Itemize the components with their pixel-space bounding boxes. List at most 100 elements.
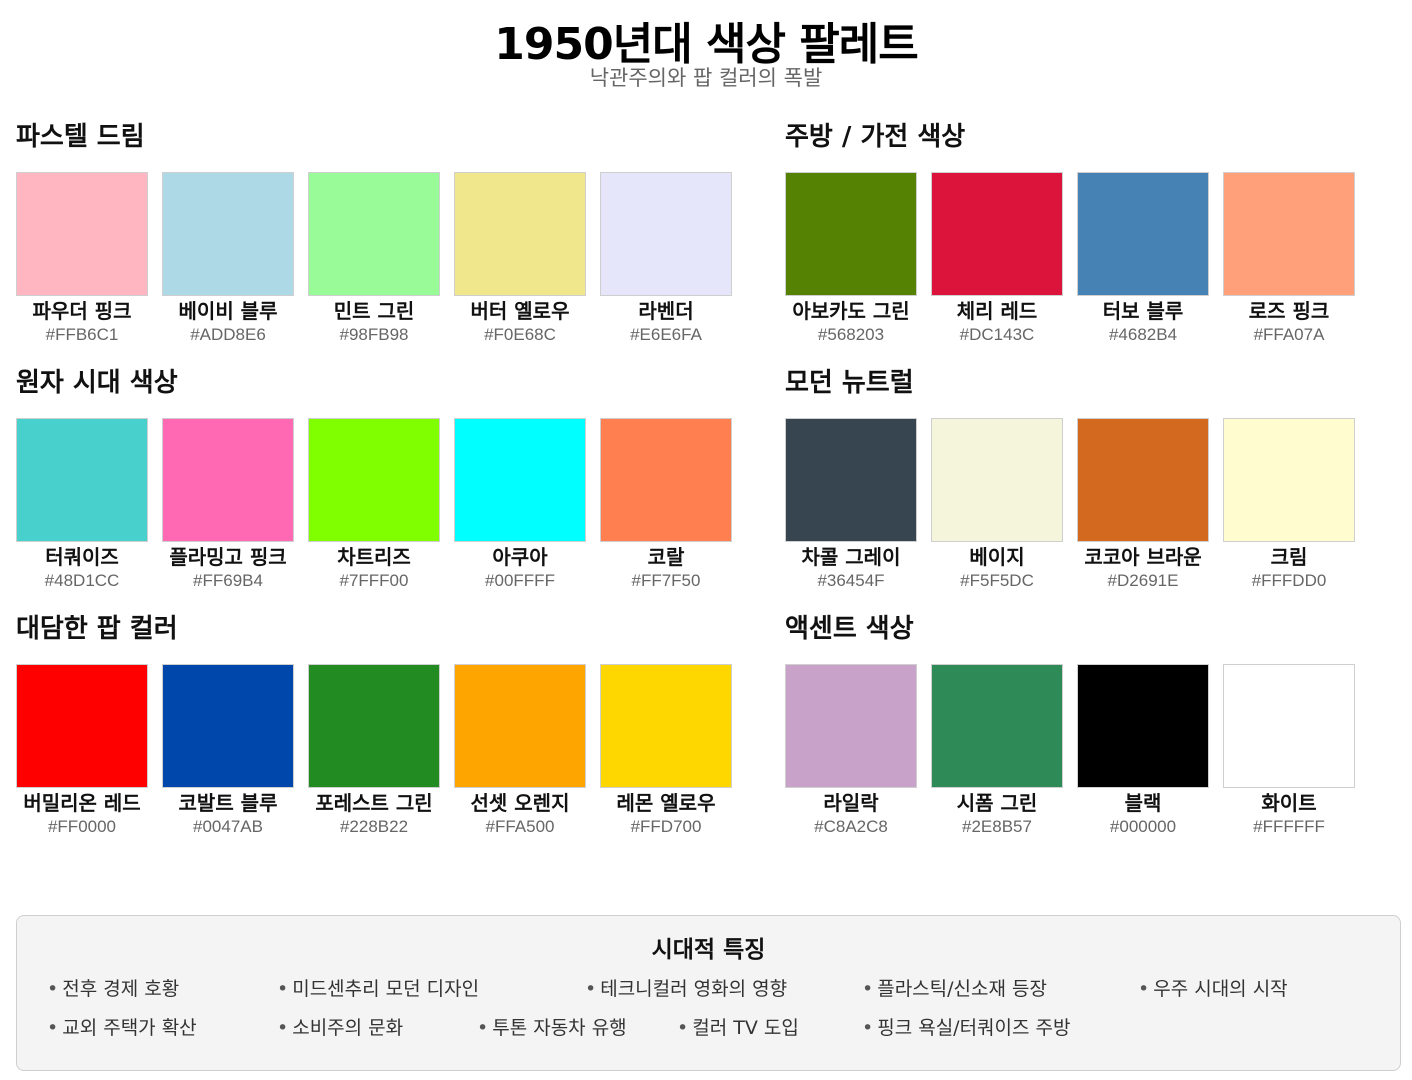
color-box [600, 664, 732, 788]
section-kitchen-appliance: 주방 / 가전 색상 아보카도 그린 #568203 체리 레드 #DC143C 터… [785, 120, 1355, 344]
feature-text: 컬러 TV 도입 [692, 1017, 799, 1039]
color-swatch: 플라밍고 핑크 #FF69B4 [162, 418, 294, 592]
feature-text: 플라스틱/신소재 등장 [877, 978, 1047, 1000]
color-name: 파우더 핑크 [32, 299, 132, 323]
color-swatch: 선셋 오렌지 #FFA500 [454, 664, 586, 838]
color-swatch: 블랙 #000000 [1077, 664, 1209, 838]
color-swatch: 베이지 #F5F5DC [931, 418, 1063, 592]
bullet-icon: • [862, 978, 874, 1000]
section-atomic-age: 원자 시대 색상 터쿼이즈 #48D1CC 플라밍고 핑크 #FF69B4 차트리즈… [16, 366, 732, 590]
color-name: 베이비 블루 [178, 299, 278, 323]
color-box [16, 418, 148, 542]
color-hex: #FFA500 [485, 817, 555, 836]
section-title: 대담한 팝 컬러 [16, 614, 178, 644]
color-swatch: 포레스트 그린 #228B22 [308, 664, 440, 838]
color-swatch: 아쿠아 #00FFFF [454, 418, 586, 592]
feature-item: • 테크니컬러 영화의 영향 [585, 974, 787, 1001]
color-hex: #C8A2C8 [814, 817, 888, 836]
feature-text: 소비주의 문화 [292, 1017, 404, 1039]
color-box [600, 418, 732, 542]
color-name: 차콜 그레이 [801, 545, 901, 569]
color-box [16, 172, 148, 296]
feature-item: • 우주 시대의 시작 [1138, 974, 1288, 1001]
color-hex: #228B22 [339, 817, 409, 836]
color-name: 플라밍고 핑크 [169, 545, 287, 569]
color-swatch: 시폼 그린 #2E8B57 [931, 664, 1063, 838]
color-name: 차트리즈 [337, 545, 411, 569]
color-swatch: 라벤더 #E6E6FA [600, 172, 732, 346]
bullet-icon: • [277, 1017, 289, 1039]
color-hex: #568203 [817, 325, 885, 344]
color-box [1223, 172, 1355, 296]
color-swatch: 터쿼이즈 #48D1CC [16, 418, 148, 592]
color-swatch: 로즈 핑크 #FFA07A [1223, 172, 1355, 346]
feature-item: • 핑크 욕실/터쿼이즈 주방 [862, 1013, 1071, 1040]
color-hex: #FFA07A [1253, 325, 1325, 344]
color-hex: #FFFFFF [1253, 817, 1325, 836]
color-hex: #D2691E [1107, 571, 1179, 590]
feature-text: 전후 경제 호황 [62, 978, 180, 1000]
color-hex: #0047AB [193, 817, 263, 836]
feature-text: 핑크 욕실/터쿼이즈 주방 [877, 1017, 1071, 1039]
color-swatch: 화이트 #FFFFFF [1223, 664, 1355, 838]
color-box [454, 172, 586, 296]
color-swatch: 체리 레드 #DC143C [931, 172, 1063, 346]
color-swatch: 레몬 옐로우 #FFD700 [600, 664, 732, 838]
feature-text: 우주 시대의 시작 [1153, 978, 1288, 1000]
feature-text: 테크니컬러 영화의 영향 [600, 978, 788, 1000]
color-name: 크림 [1270, 545, 1308, 569]
color-swatch: 코랄 #FF7F50 [600, 418, 732, 592]
bullet-icon: • [47, 1017, 59, 1039]
features-title: 시대적 특징 [651, 937, 766, 963]
color-hex: #ADD8E6 [190, 325, 266, 344]
section-title: 액센트 색상 [785, 614, 914, 644]
color-hex: #00FFFF [485, 571, 555, 590]
feature-item: • 소비주의 문화 [277, 1013, 403, 1040]
color-name: 로즈 핑크 [1248, 299, 1330, 323]
feature-text: 미드센추리 모던 디자인 [292, 978, 480, 1000]
section-title: 모던 뉴트럴 [785, 368, 914, 398]
feature-item: • 컬러 TV 도입 [677, 1013, 799, 1040]
bullet-icon: • [862, 1017, 874, 1039]
color-swatch: 민트 그린 #98FB98 [308, 172, 440, 346]
color-swatch: 버밀리온 레드 #FF0000 [16, 664, 148, 838]
color-box [1077, 418, 1209, 542]
color-box [308, 664, 440, 788]
bullet-icon: • [1138, 978, 1150, 1000]
color-swatch: 차트리즈 #7FFF00 [308, 418, 440, 592]
color-hex: #FF0000 [47, 817, 117, 836]
section-title: 파스텔 드림 [16, 122, 145, 152]
color-name: 코코아 브라운 [1084, 545, 1202, 569]
color-box [1077, 664, 1209, 788]
color-name: 레몬 옐로우 [616, 791, 716, 815]
color-name: 화이트 [1261, 791, 1317, 815]
color-hex: #F5F5DC [960, 571, 1034, 590]
color-name: 코랄 [647, 545, 685, 569]
color-name: 버터 옐로우 [470, 299, 570, 323]
color-box [1223, 418, 1355, 542]
color-name: 라일락 [823, 791, 879, 815]
color-name: 코발트 블루 [178, 791, 278, 815]
era-features-panel: 시대적 특징 • 전후 경제 호황 • 미드센추리 모던 디자인 • 테크니컬러 영화… [16, 915, 1401, 1071]
color-name: 터쿼이즈 [45, 545, 119, 569]
section-title: 주방 / 가전 색상 [785, 122, 966, 152]
color-box [600, 172, 732, 296]
color-hex: #2E8B57 [962, 817, 1032, 836]
color-name: 블랙 [1124, 791, 1162, 815]
color-box [931, 172, 1063, 296]
color-swatch: 코발트 블루 #0047AB [162, 664, 294, 838]
section-accent: 액센트 색상 라일락 #C8A2C8 시폼 그린 #2E8B57 블랙 #000000… [785, 612, 1355, 836]
color-box [308, 418, 440, 542]
color-box [785, 664, 917, 788]
color-swatch: 파우더 핑크 #FFB6C1 [16, 172, 148, 346]
color-hex: #48D1CC [44, 571, 120, 590]
page-subtitle: 낙관주의와 팝 컬러의 폭발 [589, 66, 823, 90]
color-hex: #98FB98 [339, 325, 409, 344]
color-swatch: 크림 #FFFDD0 [1223, 418, 1355, 592]
feature-item: • 교외 주택가 확산 [47, 1013, 197, 1040]
feature-item: • 투톤 자동차 유행 [477, 1013, 627, 1040]
color-box [162, 418, 294, 542]
color-name: 아보카도 그린 [792, 299, 910, 323]
section-modern-neutral: 모던 뉴트럴 차콜 그레이 #36454F 베이지 #F5F5DC 코코아 브라운 #… [785, 366, 1355, 590]
color-name: 라벤더 [638, 299, 694, 323]
